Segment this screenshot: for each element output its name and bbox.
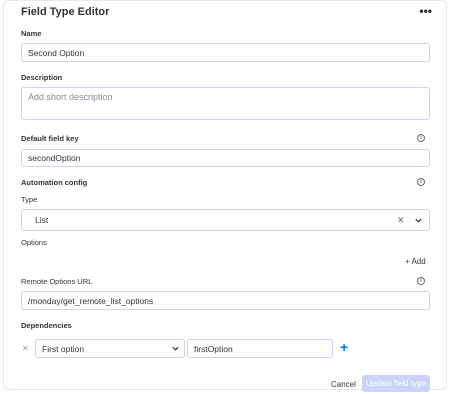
options-label: Options — [21, 238, 47, 247]
type-select[interactable]: List — [21, 209, 430, 231]
dependency-key-value: firstOption — [194, 343, 233, 354]
info-icon[interactable]: i — [417, 277, 425, 285]
remote-options-url-input[interactable]: /monday/get_remote_list_options — [21, 291, 430, 310]
name-input-value: Second Option — [28, 47, 85, 58]
description-placeholder: Add short description — [28, 92, 113, 102]
name-input[interactable]: Second Option — [21, 43, 430, 62]
type-label: Type — [21, 195, 38, 204]
clear-icon[interactable]: ✕ — [397, 215, 405, 226]
chevron-down-icon[interactable] — [171, 344, 180, 353]
default-field-key-input[interactable]: secondOption — [21, 149, 430, 167]
remote-options-url-value: /monday/get_remote_list_options — [28, 295, 154, 306]
chevron-down-icon[interactable] — [414, 216, 423, 225]
update-field-type-button[interactable]: Update field type — [362, 375, 430, 392]
default-field-key-value: secondOption — [28, 153, 81, 163]
dependency-key-input[interactable]: firstOption — [187, 339, 333, 358]
cancel-button[interactable]: Cancel — [331, 380, 356, 389]
plus-icon[interactable]: + — [340, 339, 348, 355]
info-icon[interactable]: i — [417, 134, 425, 142]
default-field-key-label: Default field key — [21, 134, 79, 143]
add-option-button[interactable]: + Add — [405, 257, 426, 266]
info-icon[interactable]: i — [417, 178, 425, 186]
field-type-editor-panel: Field Type Editor ••• Name Second Option… — [3, 0, 447, 392]
panel-title: Field Type Editor — [21, 6, 110, 18]
remote-options-url-label: Remote Options URL — [21, 277, 93, 286]
automation-config-label: Automation config — [21, 178, 88, 187]
dependency-select-value: First option — [42, 343, 85, 354]
dependency-select[interactable]: First option — [35, 339, 185, 358]
type-select-value: List — [35, 215, 49, 225]
more-horizontal-icon[interactable]: ••• — [419, 4, 432, 18]
remove-dependency-icon[interactable]: ✕ — [22, 344, 29, 353]
description-textarea[interactable]: Add short description — [21, 87, 430, 120]
description-label: Description — [21, 73, 63, 82]
name-label: Name — [21, 29, 42, 38]
dependencies-label: Dependencies — [21, 321, 72, 330]
